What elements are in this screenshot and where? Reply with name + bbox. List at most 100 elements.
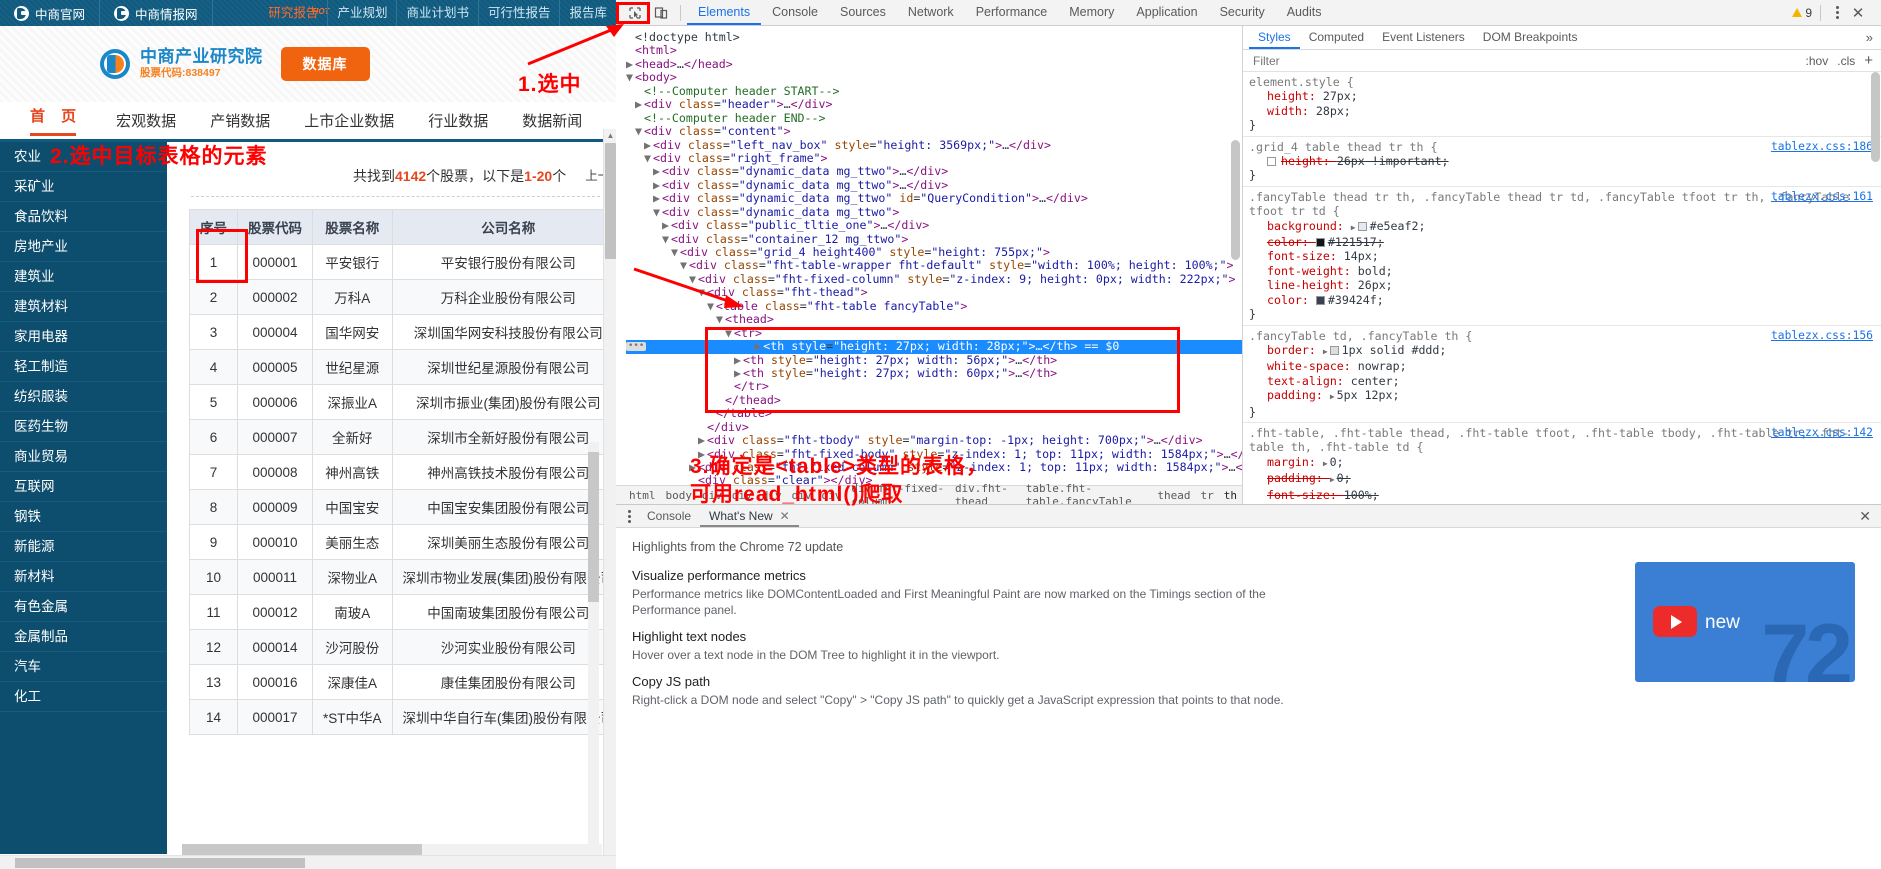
cell-stock-name[interactable]: 平安银行 bbox=[313, 245, 393, 280]
dom-node-line[interactable]: ▶<th style="height: 27px; width: 56px;">… bbox=[626, 354, 1242, 367]
menu-item-listed-company-data[interactable]: 上市企业数据 bbox=[304, 110, 394, 131]
table-row[interactable]: 6000007全新好深圳市全新好股份有限公司人 bbox=[190, 420, 617, 455]
css-declaration[interactable]: background: ▶#e5eaf2; bbox=[1249, 219, 1881, 235]
dom-node-line[interactable]: <!--Computer header END--> bbox=[626, 112, 1242, 125]
styles-filter-input[interactable] bbox=[1251, 53, 1551, 69]
class-toggle[interactable]: .cls bbox=[1837, 54, 1855, 68]
dom-node-line[interactable]: </table> bbox=[626, 407, 1242, 420]
dom-node-line[interactable]: ▼<tr> bbox=[626, 327, 1242, 340]
dom-node-line[interactable]: ▶<div class="fht-fixed-body" style="z-in… bbox=[626, 448, 1242, 461]
dom-tree[interactable]: <!doctype html><html>▶<head>…</head>▼<bo… bbox=[616, 26, 1242, 488]
css-source-link[interactable]: tablezx.css:161 bbox=[1771, 190, 1873, 204]
css-source-link[interactable]: tablezx.css:142 bbox=[1771, 426, 1873, 440]
kebab-menu-icon[interactable] bbox=[1829, 6, 1845, 19]
devtools-tab-network[interactable]: Network bbox=[897, 0, 965, 25]
dom-node-line[interactable]: <html> bbox=[626, 44, 1242, 57]
color-swatch-icon[interactable] bbox=[1358, 222, 1367, 231]
left-nav-item-16[interactable]: 金属制品 bbox=[0, 622, 167, 652]
youtube-play-icon[interactable] bbox=[1653, 606, 1697, 637]
css-declaration[interactable]: font-weight: bold; bbox=[1249, 264, 1881, 278]
css-declaration[interactable]: width: 28px; bbox=[1249, 104, 1881, 118]
styles-tab-dom-breakpoints[interactable]: DOM Breakpoints bbox=[1474, 26, 1587, 49]
cell-stock-name[interactable]: 神州高铁 bbox=[313, 455, 393, 490]
left-nav-item-5[interactable]: 建筑材料 bbox=[0, 292, 167, 322]
table-row[interactable]: 7000008神州高铁神州高铁技术股份有限公司人 bbox=[190, 455, 617, 490]
expand-triangle-icon[interactable]: ▶ bbox=[1323, 457, 1328, 471]
table-row[interactable]: 14000017*ST中华A深圳中华自行车(集团)股份有限公司人 bbox=[190, 700, 617, 735]
table-row[interactable]: 9000010美丽生态深圳美丽生态股份有限公司人 bbox=[190, 525, 617, 560]
breadcrumb-item-div[interactable]: div bbox=[817, 489, 847, 502]
dom-node-line[interactable]: ▶<div class="header">…</div> bbox=[626, 98, 1242, 111]
css-declaration[interactable]: height: 26px !important; bbox=[1249, 154, 1881, 168]
site-logo-block[interactable]: 中商产业研究院 股票代码:838497 bbox=[100, 48, 263, 80]
color-swatch-icon[interactable] bbox=[1330, 346, 1339, 355]
warning-count-chip[interactable]: 9 bbox=[1792, 6, 1812, 20]
cell-stock-name[interactable]: 深振业A bbox=[313, 385, 393, 420]
dom-node-line[interactable]: ▶<th style="height: 27px; width: 60px;">… bbox=[626, 367, 1242, 380]
breadcrumb-item-div[interactable]: div bbox=[787, 489, 817, 502]
menu-item-macro-data[interactable]: 宏观数据 bbox=[116, 110, 176, 131]
dom-node-line[interactable]: ▼<table class="fht-table fancyTable"> bbox=[626, 300, 1242, 313]
table-row[interactable]: 11000012南玻A中国南玻集团股份有限公司人 bbox=[190, 595, 617, 630]
database-button[interactable]: 数据库 bbox=[281, 47, 370, 81]
breadcrumb-item-div-fht-fixed-column[interactable]: div.fht-fixed-column bbox=[846, 482, 950, 504]
css-declaration[interactable]: color: #121517; bbox=[1249, 235, 1881, 249]
dom-node-line[interactable]: ▼<div class="container_12 mg_ttwo"> bbox=[626, 233, 1242, 246]
table-row[interactable]: 13000016深康佳A康佳集团股份有限公司人 bbox=[190, 665, 617, 700]
cell-stock-name[interactable]: 国华网安 bbox=[313, 315, 393, 350]
left-nav-item-17[interactable]: 汽车 bbox=[0, 652, 167, 682]
breadcrumb-item-tr[interactable]: tr bbox=[1196, 489, 1219, 502]
styles-tab-computed[interactable]: Computed bbox=[1300, 26, 1373, 49]
th-company[interactable]: 公司名称 bbox=[392, 210, 616, 245]
top-link-business-plan[interactable]: 商业计划书 bbox=[396, 0, 478, 26]
css-source-link[interactable]: tablezx.css:186 bbox=[1771, 140, 1873, 154]
devtools-tab-memory[interactable]: Memory bbox=[1058, 0, 1125, 25]
css-enable-checkbox[interactable] bbox=[1267, 157, 1276, 166]
breadcrumb-item-div-fht-thead[interactable]: div.fht-thead bbox=[950, 482, 1021, 504]
left-nav-item-0[interactable]: 农业 bbox=[0, 142, 167, 172]
th-name[interactable]: 股票名称 bbox=[313, 210, 393, 245]
top-link-industry-plan[interactable]: 产业规划 bbox=[327, 0, 396, 26]
menu-item-production-sales-data[interactable]: 产销数据 bbox=[210, 110, 270, 131]
cell-stock-name[interactable]: 美丽生态 bbox=[313, 525, 393, 560]
css-declaration[interactable]: line-height: 26px; bbox=[1249, 278, 1881, 292]
breadcrumb-item-html[interactable]: html bbox=[624, 489, 661, 502]
expand-triangle-icon[interactable]: ▶ bbox=[1351, 221, 1356, 235]
th-index[interactable]: 序号 bbox=[190, 210, 238, 245]
cell-stock-name[interactable]: 沙河股份 bbox=[313, 630, 393, 665]
cell-stock-name[interactable]: 南玻A bbox=[313, 595, 393, 630]
css-declaration[interactable]: margin: ▶0; bbox=[1249, 455, 1881, 471]
cell-stock-name[interactable]: 深物业A bbox=[313, 560, 393, 595]
dom-node-line[interactable]: ▶<div class="fht-tbody" style="margin-to… bbox=[626, 434, 1242, 447]
css-declaration[interactable]: border: ▶1px solid #ddd; bbox=[1249, 343, 1881, 359]
table-vertical-scrollbar[interactable] bbox=[588, 442, 599, 854]
left-nav-item-13[interactable]: 新能源 bbox=[0, 532, 167, 562]
cell-stock-name[interactable]: 深康佳A bbox=[313, 665, 393, 700]
left-nav-item-1[interactable]: 采矿业 bbox=[0, 172, 167, 202]
styles-more-tabs-icon[interactable]: » bbox=[1866, 30, 1881, 45]
css-declaration[interactable]: white-space: nowrap; bbox=[1249, 359, 1881, 373]
left-nav-item-14[interactable]: 新材料 bbox=[0, 562, 167, 592]
css-declaration[interactable]: font-size: 100%; bbox=[1249, 488, 1881, 502]
dom-vertical-scroll-thumb[interactable] bbox=[1231, 140, 1240, 260]
expand-triangle-icon[interactable]: ▶ bbox=[1323, 345, 1328, 359]
left-nav-item-6[interactable]: 家用电器 bbox=[0, 322, 167, 352]
color-swatch-icon[interactable] bbox=[1316, 296, 1325, 305]
dom-node-line[interactable]: </div> bbox=[626, 421, 1242, 434]
dom-node-line[interactable]: ▶<div class="dynamic_data mg_ttwo">…</di… bbox=[626, 179, 1242, 192]
cell-stock-name[interactable]: *ST中华A bbox=[313, 700, 393, 735]
css-declaration[interactable]: height: 27px; bbox=[1249, 89, 1881, 103]
left-nav-item-10[interactable]: 商业贸易 bbox=[0, 442, 167, 472]
cell-stock-name[interactable]: 全新好 bbox=[313, 420, 393, 455]
dom-node-line[interactable]: </thead> bbox=[626, 394, 1242, 407]
page-horizontal-scroll-thumb[interactable] bbox=[15, 858, 305, 868]
scroll-up-arrow-icon[interactable]: ▲ bbox=[604, 129, 616, 142]
top-link-research-report[interactable]: 研究报告 HOT bbox=[259, 0, 327, 26]
table-vertical-scroll-thumb[interactable] bbox=[588, 452, 599, 602]
close-icon[interactable]: ✕ bbox=[1847, 4, 1869, 22]
table-row[interactable]: 3000004国华网安深圳国华网安科技股份有限公司人 bbox=[190, 315, 617, 350]
css-declaration[interactable]: text-align: center; bbox=[1249, 374, 1881, 388]
cell-stock-name[interactable]: 世纪星源 bbox=[313, 350, 393, 385]
drawer-tab-console[interactable]: Console bbox=[638, 505, 700, 527]
device-toolbar-icon[interactable] bbox=[648, 2, 674, 24]
